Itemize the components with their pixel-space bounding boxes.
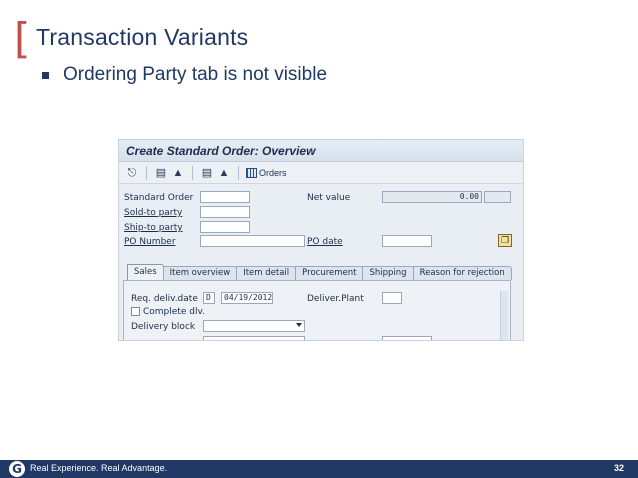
title-bracket-icon: [ bbox=[14, 14, 31, 63]
partial-field-right[interactable] bbox=[382, 336, 432, 340]
tab-sales[interactable]: Sales bbox=[127, 264, 164, 280]
deliver-plant-label: Deliver.Plant bbox=[307, 294, 364, 304]
net-value-label: Net value bbox=[307, 193, 351, 203]
tab-item-detail[interactable]: Item detail bbox=[236, 266, 297, 280]
sold-to-label: Sold-to party bbox=[124, 208, 183, 218]
net-value-field: 0.00 bbox=[382, 191, 482, 203]
copy-document-icon[interactable]: ❐ bbox=[498, 234, 512, 247]
page-number: 32 bbox=[613, 463, 624, 473]
bullet-square-icon bbox=[42, 72, 49, 79]
req-deliv-date-field[interactable]: 04/19/2012 bbox=[221, 292, 273, 304]
item-warning-icon[interactable]: ▲ bbox=[217, 166, 231, 180]
sap-window-title: Create Standard Order: Overview bbox=[119, 140, 523, 162]
footer-tagline: Real Experience. Real Advantage. bbox=[30, 463, 168, 473]
grid-icon bbox=[246, 167, 257, 178]
standard-order-field[interactable] bbox=[200, 191, 250, 203]
slide-title: Transaction Variants bbox=[36, 24, 249, 50]
tab-procurement[interactable]: Procurement bbox=[295, 266, 364, 280]
vertical-scrollbar[interactable] bbox=[500, 291, 508, 340]
sold-to-field[interactable] bbox=[200, 206, 250, 218]
toolbar-separator bbox=[238, 165, 239, 180]
deliver-plant-field[interactable] bbox=[382, 292, 402, 304]
sap-screenshot: Create Standard Order: Overview ⎋ ▤ ▲ ▤ … bbox=[118, 139, 524, 341]
tab-reason-for-rejection[interactable]: Reason for rejection bbox=[412, 266, 512, 280]
tab-strip: Sales Item overview Item detail Procurem… bbox=[127, 264, 512, 280]
bullet-item: Ordering Party tab is not visible bbox=[42, 64, 327, 86]
standard-order-label: Standard Order bbox=[124, 193, 194, 203]
tab-item-overview[interactable]: Item overview bbox=[162, 266, 238, 280]
bullet-text: Ordering Party tab is not visible bbox=[63, 64, 328, 85]
po-number-field[interactable] bbox=[200, 235, 305, 247]
toolbar-separator bbox=[146, 165, 147, 180]
orders-label: Orders bbox=[259, 167, 287, 178]
display-document-icon[interactable]: ⎋ bbox=[125, 166, 139, 180]
po-number-label: PO Number bbox=[124, 237, 176, 247]
po-date-field[interactable] bbox=[382, 235, 432, 247]
date-format-field[interactable]: D bbox=[203, 292, 215, 304]
delivery-block-label: Delivery block bbox=[131, 322, 196, 332]
req-deliv-date-label: Req. deliv.date bbox=[131, 294, 198, 304]
currency-field bbox=[484, 191, 511, 203]
po-date-label: PO date bbox=[307, 237, 343, 247]
chevron-down-icon bbox=[296, 323, 302, 327]
delivery-block-dropdown[interactable] bbox=[203, 320, 305, 332]
orders-button[interactable]: Orders bbox=[246, 167, 287, 178]
header-document-icon[interactable]: ▤ bbox=[154, 166, 168, 180]
item-document-icon[interactable]: ▤ bbox=[200, 166, 214, 180]
ship-to-label: Ship-to party bbox=[124, 223, 183, 233]
tab-shipping[interactable]: Shipping bbox=[362, 266, 414, 280]
company-logo-icon: G bbox=[9, 461, 25, 477]
slide-footer: G Real Experience. Real Advantage. 32 bbox=[0, 460, 638, 478]
partial-field[interactable] bbox=[203, 336, 305, 340]
ship-to-field[interactable] bbox=[200, 221, 250, 233]
sap-toolbar: ⎋ ▤ ▲ ▤ ▲ Orders bbox=[119, 162, 523, 184]
complete-dlv-checkbox[interactable] bbox=[131, 307, 140, 316]
complete-dlv-label: Complete dlv. bbox=[143, 307, 205, 317]
warning-triangle-icon[interactable]: ▲ bbox=[171, 166, 185, 180]
toolbar-separator bbox=[192, 165, 193, 180]
